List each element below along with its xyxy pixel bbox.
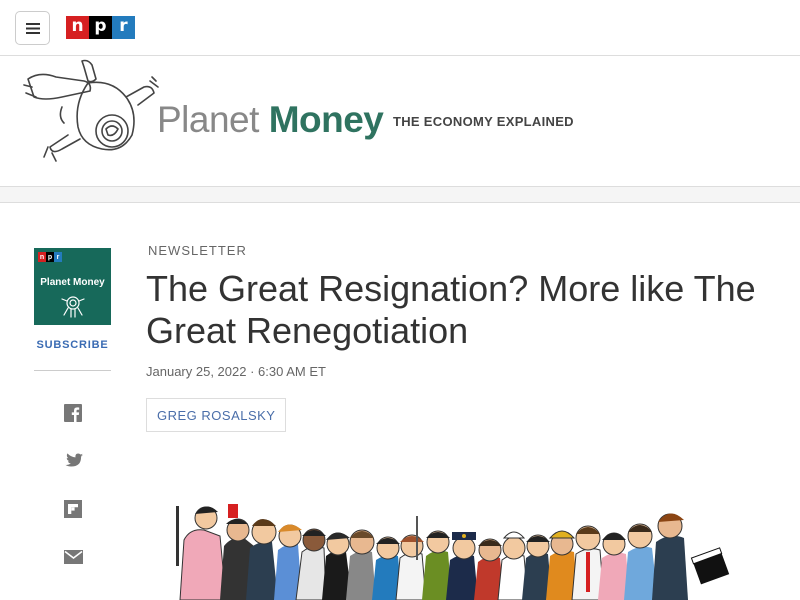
share-twitter-button[interactable] [63,451,83,471]
tile-npr-n: n [38,252,46,262]
program-tagline: THE ECONOMY EXPLAINED [393,114,574,129]
npr-logo-p: p [89,16,112,39]
article-slug[interactable]: Newsletter [148,243,247,258]
npr-logo[interactable]: n p r [66,16,135,39]
program-title-money: Money [268,99,384,140]
tile-title: Planet Money [40,277,105,288]
program-title[interactable]: Planet Money [157,95,384,145]
article-date: January 25, 2022 [146,364,247,379]
podcast-tile[interactable]: n p r Planet Money [34,248,111,325]
program-title-planet: Planet [157,99,259,140]
author-byline-button[interactable]: Greg Rosalsky [146,398,287,432]
subscribe-link[interactable]: SUBSCRIBE [34,339,111,351]
npr-logo-n: n [66,16,89,39]
flipboard-icon [64,500,82,518]
article-dateline: January 25, 2022 · 6:30 AM ET [146,364,326,379]
astronaut-illustration[interactable] [22,57,162,167]
dateline-separator: · [250,364,259,379]
share-facebook-button[interactable] [63,403,83,423]
twitter-icon [64,453,83,467]
tile-astronaut-icon [61,296,85,318]
article-time: 6:30 AM ET [258,364,326,379]
worker-figures [176,504,730,600]
hero-illustration-workers [176,504,730,600]
section-divider-band [0,187,800,203]
tile-npr-logo: n p r [38,252,62,262]
email-icon [63,550,83,564]
tile-npr-p: p [46,252,54,262]
article-headline: The Great Resignation? More like The Gre… [146,268,756,351]
share-email-button[interactable] [63,547,83,567]
hamburger-menu-icon [25,22,40,34]
share-flipboard-button[interactable] [63,499,83,519]
top-nav-bar: n p r [0,0,800,56]
tile-npr-r: r [54,252,62,262]
program-banner: Planet Money THE ECONOMY EXPLAINED [0,57,800,187]
rail-divider [34,370,111,371]
facebook-icon [64,404,82,422]
npr-logo-r: r [112,16,135,39]
menu-button[interactable] [15,11,50,45]
